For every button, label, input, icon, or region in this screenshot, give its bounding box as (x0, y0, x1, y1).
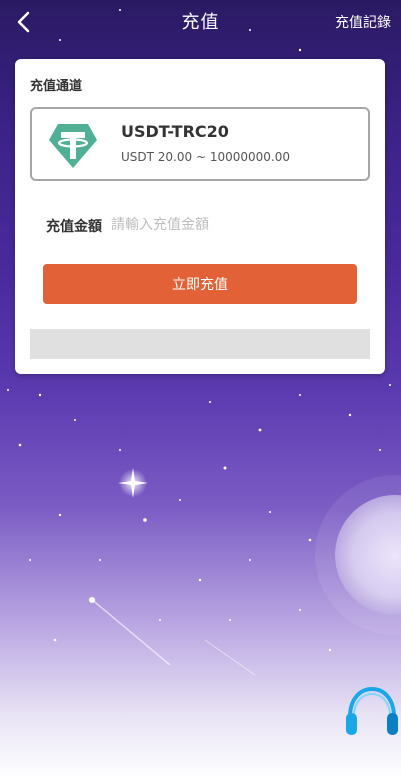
channel-option-usdt-trc20[interactable]: USDT-TRC20 USDT 20.00 ~ 10000000.00 (30, 107, 370, 181)
customer-service-button[interactable] (343, 683, 401, 741)
recharge-records-link[interactable]: 充值記錄 (335, 12, 391, 32)
channel-name: USDT-TRC20 (121, 122, 229, 141)
tether-icon (49, 124, 97, 168)
amount-input[interactable] (109, 209, 353, 241)
headset-icon (346, 686, 398, 735)
channel-section-label: 充值通道 (30, 79, 83, 94)
amount-label: 充值金額 (46, 219, 102, 235)
recharge-card: 充值通道 USDT-TRC20 USDT 20.00 ~ 10000000.00… (15, 59, 385, 374)
top-bar: 充值 充值記錄 (0, 0, 401, 44)
recharge-now-button[interactable]: 立即充值 (43, 264, 357, 304)
info-placeholder-bar (30, 329, 370, 359)
channel-amount-range: USDT 20.00 ~ 10000000.00 (121, 150, 290, 164)
